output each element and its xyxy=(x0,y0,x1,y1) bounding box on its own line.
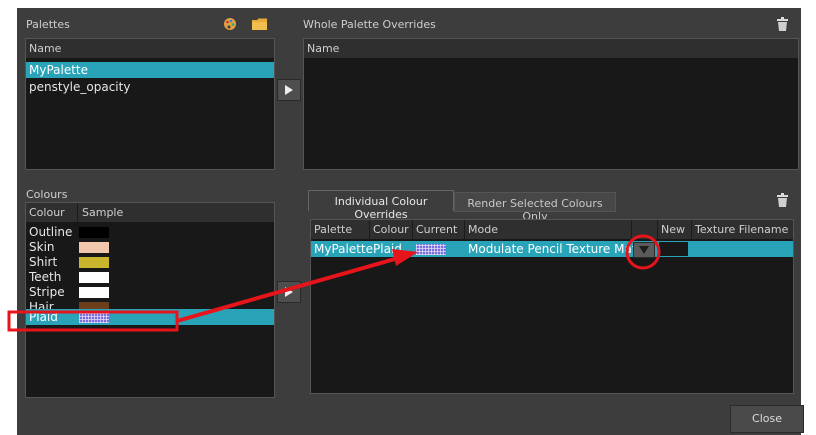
annotation-arrow-line xyxy=(176,255,403,323)
annotation-arrowhead xyxy=(392,249,418,266)
annotation-circle xyxy=(625,234,661,270)
annotation-overlay xyxy=(7,234,661,332)
annotation-highlight-box xyxy=(7,310,179,332)
